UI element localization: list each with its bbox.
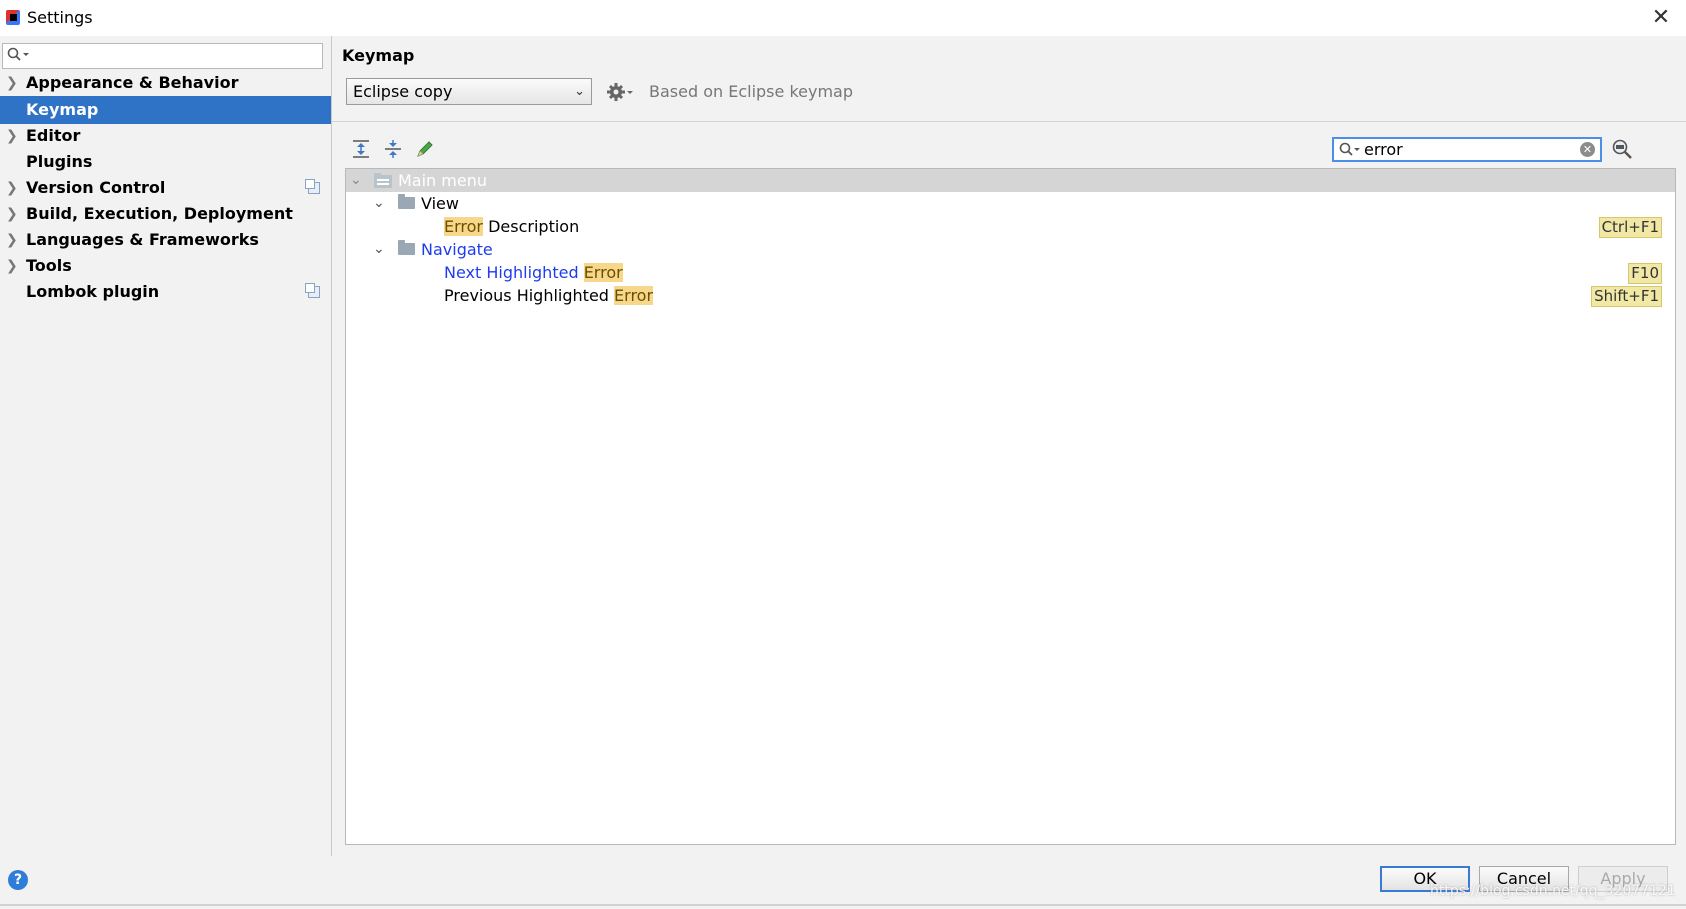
title-bar: Settings ✕ — [0, 0, 1686, 36]
chevron-right-icon: ❯ — [6, 258, 18, 274]
search-icon — [7, 47, 29, 61]
bottom-border — [0, 904, 1686, 906]
tree-row-error-description[interactable]: Error Description Ctrl+F1 — [346, 215, 1675, 238]
sidebar-item-lombok-plugin[interactable]: Lombok plugin — [0, 278, 331, 306]
chevron-right-icon: ❯ — [6, 75, 18, 91]
page-title: Keymap — [342, 46, 415, 65]
divider — [332, 121, 1686, 122]
gear-icon[interactable] — [606, 81, 636, 103]
project-settings-icon — [305, 179, 320, 194]
tree-row-next-highlighted-error[interactable]: Next Highlighted Error F10 — [346, 261, 1675, 284]
keymap-dropdown[interactable]: Eclipse copy ⌄ — [346, 78, 592, 105]
sidebar-item-appearance-behavior[interactable]: ❯ Appearance & Behavior — [0, 69, 331, 97]
watermark-text: https://blog.csdn.net/qq_32077121 — [1430, 883, 1676, 899]
chevron-right-icon: ❯ — [6, 128, 18, 144]
shortcut-badge: Ctrl+F1 — [1598, 217, 1662, 238]
clear-search-icon[interactable]: ✕ — [1580, 142, 1595, 157]
close-window-button[interactable]: ✕ — [1648, 5, 1674, 31]
based-on-label: Based on Eclipse keymap — [649, 82, 853, 101]
chevron-right-icon: ❯ — [6, 180, 18, 196]
keymap-actions-tree: ⌄ Main menu ⌄ View Error Description Ctr… — [345, 168, 1676, 845]
shortcut-badge: Shift+F1 — [1591, 286, 1662, 307]
folder-icon — [398, 194, 415, 209]
chevron-down-icon: ⌄ — [373, 195, 385, 211]
collapse-all-icon[interactable] — [382, 138, 404, 160]
chevron-down-icon: ⌄ — [574, 84, 585, 99]
shortcut-badge: F10 — [1628, 263, 1662, 284]
match-highlight: Error — [614, 286, 654, 305]
sidebar-item-version-control[interactable]: ❯ Version Control — [0, 174, 331, 202]
keymap-panel: Keymap Eclipse copy ⌄ Based on Eclipse k… — [332, 36, 1686, 856]
tree-row-view[interactable]: ⌄ View — [346, 192, 1675, 215]
sidebar-item-keymap[interactable]: Keymap — [0, 96, 331, 124]
sidebar-item-build-execution-deployment[interactable]: ❯ Build, Execution, Deployment — [0, 200, 331, 228]
sidebar-item-languages-frameworks[interactable]: ❯ Languages & Frameworks — [0, 226, 331, 254]
sidebar-item-tools[interactable]: ❯ Tools — [0, 252, 331, 280]
sidebar-item-editor[interactable]: ❯ Editor — [0, 122, 331, 150]
settings-sidebar: ❯ Appearance & Behavior Keymap ❯ Editor … — [0, 36, 332, 856]
project-settings-icon — [305, 283, 320, 298]
help-button[interactable]: ? — [8, 870, 28, 890]
match-highlight: Error — [444, 217, 483, 236]
expand-all-icon[interactable] — [350, 138, 372, 160]
tree-row-previous-highlighted-error[interactable]: Previous Highlighted Error Shift+F1 — [346, 284, 1675, 307]
edit-pencil-icon[interactable] — [414, 138, 436, 160]
find-by-shortcut-icon[interactable] — [1610, 138, 1634, 160]
filter-text[interactable] — [1364, 140, 1574, 159]
window-title: Settings — [27, 8, 93, 27]
chevron-right-icon: ❯ — [6, 232, 18, 248]
folder-icon — [398, 240, 415, 255]
sidebar-search-input[interactable] — [2, 43, 323, 69]
chevron-down-icon: ⌄ — [350, 172, 362, 188]
chevron-right-icon: ❯ — [6, 206, 18, 222]
search-icon — [1339, 142, 1360, 156]
sidebar-item-plugins[interactable]: Plugins — [0, 148, 331, 176]
keymap-filter-input[interactable]: ✕ — [1332, 137, 1602, 162]
intellij-app-icon — [6, 10, 20, 25]
tree-row-navigate[interactable]: ⌄ Navigate — [346, 238, 1675, 261]
menu-folder-icon — [374, 173, 392, 188]
chevron-down-icon: ⌄ — [373, 241, 385, 257]
tree-row-main-menu[interactable]: ⌄ Main menu — [346, 169, 1675, 192]
match-highlight: Error — [583, 263, 623, 282]
